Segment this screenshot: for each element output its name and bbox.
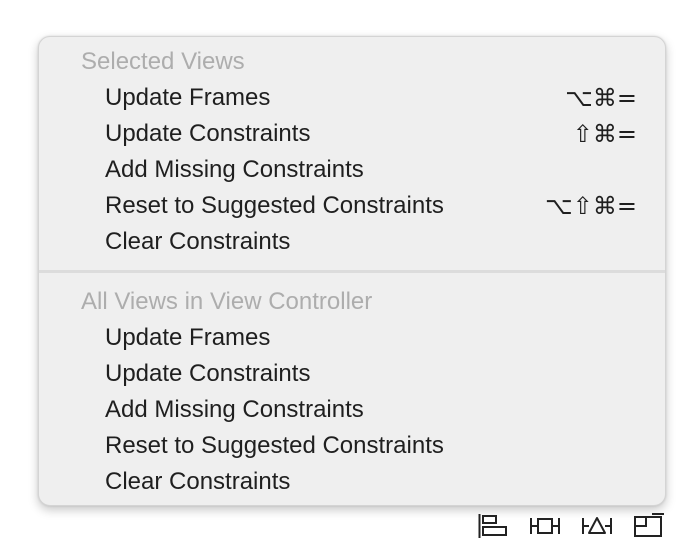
resolve-issues-icon — [580, 512, 614, 540]
resizing-behavior-icon — [632, 512, 666, 540]
menu-item-update-frames-all[interactable]: Update Frames — [39, 320, 665, 356]
pin-button[interactable] — [528, 512, 562, 540]
menu-item-label: Update Frames — [105, 84, 271, 111]
pin-icon — [528, 512, 562, 540]
align-button[interactable] — [476, 512, 510, 540]
keyboard-shortcut: ⇧⌘= — [572, 120, 637, 148]
menu-item-label: Reset to Suggested Constraints — [105, 432, 444, 459]
menu-item-reset-to-suggested-constraints-selected[interactable]: Reset to Suggested Constraints ⌥⇧⌘= — [39, 188, 665, 224]
section-header-selected-views: Selected Views — [81, 48, 245, 75]
keyboard-shortcut: ⌥⌘= — [565, 84, 637, 112]
menu-item-label: Add Missing Constraints — [105, 156, 364, 183]
menu-item-add-missing-constraints-selected[interactable]: Add Missing Constraints — [39, 152, 665, 188]
menu-item-label: Reset to Suggested Constraints — [105, 192, 444, 219]
auto-layout-toolbar — [476, 512, 676, 540]
align-icon — [476, 512, 510, 540]
menu-item-label: Update Frames — [105, 324, 271, 351]
menu-item-clear-constraints-all[interactable]: Clear Constraints — [39, 464, 665, 500]
menu-item-update-frames-selected[interactable]: Update Frames ⌥⌘= — [39, 80, 665, 116]
resolve-auto-layout-issues-menu: Selected Views Update Frames ⌥⌘= Update … — [38, 36, 666, 506]
keyboard-shortcut: ⌥⇧⌘= — [545, 192, 637, 220]
menu-item-update-constraints-selected[interactable]: Update Constraints ⇧⌘= — [39, 116, 665, 152]
menu-separator — [39, 270, 665, 273]
menu-item-label: Update Constraints — [105, 120, 311, 147]
resolve-issues-button[interactable] — [580, 512, 614, 540]
menu-item-label: Clear Constraints — [105, 228, 291, 255]
section-header-all-views: All Views in View Controller — [81, 288, 373, 315]
menu-item-clear-constraints-selected[interactable]: Clear Constraints — [39, 224, 665, 260]
menu-item-label: Clear Constraints — [105, 468, 291, 495]
menu-item-label: Add Missing Constraints — [105, 396, 364, 423]
menu-item-reset-to-suggested-constraints-all[interactable]: Reset to Suggested Constraints — [39, 428, 665, 464]
menu-item-update-constraints-all[interactable]: Update Constraints — [39, 356, 665, 392]
resizing-behavior-button[interactable] — [632, 512, 666, 540]
menu-item-label: Update Constraints — [105, 360, 311, 387]
menu-item-add-missing-constraints-all[interactable]: Add Missing Constraints — [39, 392, 665, 428]
